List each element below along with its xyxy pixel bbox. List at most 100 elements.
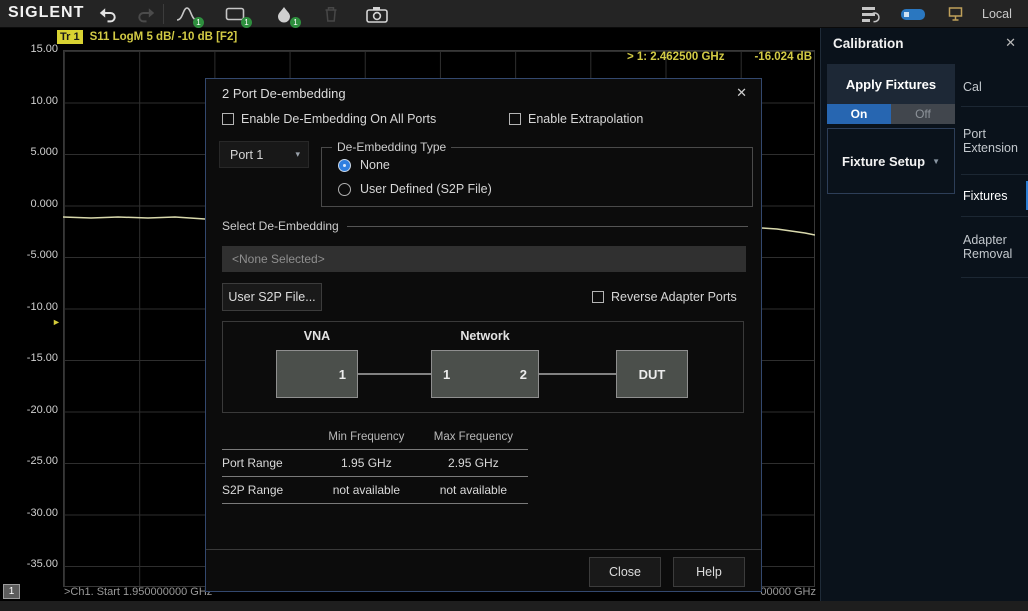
toolbar-separator [163,4,164,24]
window-icon[interactable]: 1 [222,3,248,25]
network-label: Network [431,329,539,343]
dialog-footer-separator [206,549,761,550]
camera-icon[interactable] [364,3,390,25]
preset-recall-icon[interactable] [858,3,884,25]
enable-extrapolation-checkbox[interactable]: Enable Extrapolation [509,112,643,126]
dut-label: DUT [639,367,666,382]
dut-box: DUT [616,350,688,398]
close-button[interactable]: Close [589,557,661,587]
y-axis-label: 5.000 [0,146,58,158]
radio-none-label: None [360,158,390,172]
radio-user-defined-label: User Defined (S2P File) [360,182,492,196]
y-axis-label: -25.00 [0,455,58,467]
toolbar: SIGLENT 1 1 1 [0,0,1028,28]
chevron-down-icon: ▾ [295,149,300,160]
max-frequency-header: Max Frequency [419,427,528,450]
y-axis-label: 15.00 [0,43,58,55]
dialog-title: 2 Port De-embedding [222,86,346,101]
reverse-adapter-ports-checkbox[interactable]: Reverse Adapter Ports [592,290,737,304]
table-row: Port Range 1.95 GHz 2.95 GHz [222,450,528,477]
de-embedding-dialog: 2 Port De-embedding ✕ Enable De-Embeddin… [205,78,762,592]
vna-port-number: 1 [339,367,346,382]
table-row: S2P Range not available not available [222,477,528,504]
radio-selected-icon[interactable] [338,159,351,172]
y-axis-label: 0.000 [0,198,58,210]
channel-stop-status-partial: 00000 GHz [760,586,816,598]
network-box: 1 2 [431,350,539,398]
frequency-range-table: Min Frequency Max Frequency Port Range 1… [222,427,528,504]
y-axis-label: -10.00 [0,301,58,313]
window-count-badge: 1 [241,17,252,28]
network-port-1: 1 [443,367,450,382]
tab-cal[interactable]: Cal [961,68,1028,107]
radio-unselected-icon[interactable] [338,183,351,196]
y-axis-label: 10.00 [0,95,58,107]
channel-start-status: >Ch1. Start 1.950000000 GHz [64,586,212,598]
fixture-setup-dropdown[interactable]: Fixture Setup ▼ [827,128,955,194]
tab-fixtures[interactable]: Fixtures [961,175,1028,217]
wire-vna-network [358,373,431,375]
min-frequency-header: Min Frequency [314,427,419,450]
trace-info[interactable]: Tr 1 S11 LogM 5 dB/ -10 dB [F2] [57,30,237,44]
trace-icon[interactable]: 1 [174,3,200,25]
connection-diagram: VNA Network 1 1 2 DUT [222,321,744,413]
calibration-sidebar: Calibration ✕ Apply Fixtures On Off Fixt… [820,28,1028,611]
enable-all-ports-checkbox[interactable]: Enable De-Embedding On All Ports [222,112,436,126]
radio-user-defined[interactable]: User Defined (S2P File) [338,182,492,196]
redo-icon[interactable] [134,3,160,25]
wire-network-dut [539,373,616,375]
apply-fixtures-label: Apply Fixtures [827,64,955,104]
enable-all-ports-label: Enable De-Embedding On All Ports [241,112,436,126]
user-s2p-file-button[interactable]: User S2P File... [222,283,322,311]
trace-count-badge: 1 [193,17,204,28]
table-header-row: Min Frequency Max Frequency [222,427,528,450]
checkbox-icon[interactable] [222,113,234,125]
undo-icon[interactable] [94,3,120,25]
sidebar-header: Calibration ✕ [821,28,1028,58]
reference-level-arrow-icon: ► [52,317,61,327]
port-select-value: Port 1 [230,148,263,162]
reverse-adapter-ports-label: Reverse Adapter Ports [611,290,737,304]
y-axis-label: -35.00 [0,558,58,570]
channel-badge[interactable]: 1 [3,584,20,599]
toggle-on-button[interactable]: On [827,104,891,124]
usb-icon[interactable] [900,3,926,25]
checkbox-icon[interactable] [592,291,604,303]
toggle-off-button[interactable]: Off [891,104,955,124]
local-status-label[interactable]: Local [982,7,1012,21]
siglent-vna-screen: SIGLENT 1 1 1 [0,0,1028,611]
dialog-close-icon[interactable]: ✕ [736,85,747,101]
y-axis-label: -15.00 [0,352,58,364]
s2p-file-field[interactable]: <None Selected> [222,246,746,272]
sidebar-tabs: Cal Port Extension Fixtures Adapter Remo… [961,68,1028,278]
y-axis-label: -30.00 [0,507,58,519]
apply-fixtures-toggle: On Off [827,104,955,124]
select-de-embedding-legend: Select De-Embedding [222,219,748,233]
dropdown-arrow-icon: ▼ [932,157,940,166]
y-axis-label: -5.000 [0,249,58,261]
vna-box: 1 [276,350,358,398]
enable-extrapolation-label: Enable Extrapolation [528,112,643,126]
y-axis-label: -20.00 [0,404,58,416]
sidebar-title: Calibration [833,36,904,51]
lan-icon[interactable] [942,3,968,25]
trash-icon[interactable] [318,3,344,25]
bottom-strip [0,601,1028,611]
network-port-2: 2 [520,367,527,382]
vna-label: VNA [276,329,358,343]
trace-number-badge[interactable]: Tr 1 [57,30,83,44]
checkbox-icon[interactable] [509,113,521,125]
type-group-legend: De-Embedding Type [332,140,451,154]
fixture-setup-label: Fixture Setup [842,154,925,169]
marker-icon[interactable]: 1 [271,3,297,25]
legend-rule [347,226,748,227]
port-select-dropdown[interactable]: Port 1 ▾ [219,141,309,168]
tab-adapter-removal[interactable]: Adapter Removal [961,217,1028,278]
help-button[interactable]: Help [673,557,745,587]
tab-port-extension[interactable]: Port Extension [961,107,1028,175]
de-embedding-type-group: De-Embedding Type None User Defined (S2P… [321,147,753,207]
trace-settings-label: S11 LogM 5 dB/ -10 dB [F2] [90,31,238,43]
radio-none[interactable]: None [338,158,390,172]
siglent-logo: SIGLENT [8,4,84,22]
sidebar-close-icon[interactable]: ✕ [1005,35,1016,51]
